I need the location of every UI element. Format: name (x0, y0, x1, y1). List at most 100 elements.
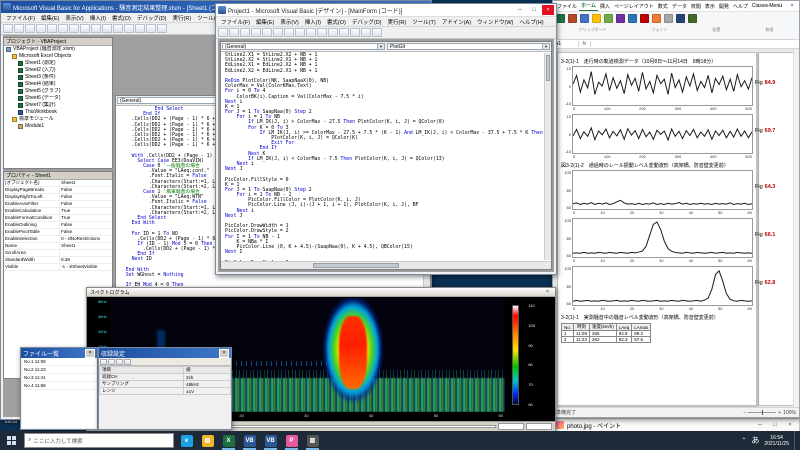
ribbon-icon[interactable] (688, 14, 697, 23)
toolbar-icon[interactable] (240, 28, 250, 37)
tree-item[interactable]: Microsoft Excel Objects (4, 53, 112, 60)
menu-item[interactable]: アドイン(A) (439, 17, 474, 27)
menu-item[interactable]: 実行(R) (385, 17, 410, 27)
list-item[interactable]: No.1 11:08 (22, 358, 96, 366)
menu-item[interactable]: 書式(O) (109, 13, 134, 23)
taskbar-app-edge[interactable]: e (176, 431, 197, 450)
ribbon-icon[interactable] (568, 14, 577, 23)
toolbar-icon[interactable] (295, 28, 305, 37)
toolbar-icon[interactable] (36, 24, 46, 33)
ribbon-tab[interactable]: 数式 (656, 2, 670, 11)
minimize-button[interactable]: ─ (514, 5, 526, 15)
list-item[interactable]: No.2 11:23 (22, 366, 96, 374)
toolbar-icon[interactable] (306, 28, 316, 37)
taskbar-app-vb[interactable]: VB (239, 431, 260, 450)
ribbon-icon[interactable] (664, 14, 673, 23)
procedure-dropdown[interactable]: PlotGlt▼ (387, 43, 550, 50)
toolbar-icon[interactable] (113, 24, 123, 33)
toolbar-icon[interactable] (124, 24, 134, 33)
tree-item[interactable]: Module1 (4, 123, 112, 130)
toolbar-icon[interactable] (116, 359, 123, 365)
toolbar-icon[interactable] (108, 359, 115, 365)
vertical-scrollbar[interactable] (544, 53, 551, 260)
settings-panel[interactable]: 収録設定 × 項目値収録CH2chサンプリング48kHzレンジ±1V (98, 347, 232, 430)
ribbon-tab[interactable]: 挿入 (598, 2, 612, 11)
ribbon-tab[interactable]: データ (670, 2, 689, 11)
tree-item[interactable]: Sheet4 (結果) (4, 81, 112, 88)
zoom-in-button[interactable]: + (778, 410, 781, 416)
toolbar-icon[interactable] (3, 24, 13, 33)
close-button[interactable]: × (543, 289, 552, 296)
menu-item[interactable]: ヘルプ(H) (516, 17, 546, 27)
menu-item[interactable]: 挿入(I) (302, 17, 324, 27)
project-explorer[interactable]: プロジェクト - VBAProject VBAProject (騒音測定.xls… (3, 37, 113, 169)
taskbar-app-explorer[interactable]: ▤ (197, 431, 218, 450)
menu-item[interactable]: 表示(V) (277, 17, 301, 27)
toolbar-icon[interactable] (273, 28, 283, 37)
tray-expand-icon[interactable]: ⌃ (741, 437, 746, 444)
tree-item[interactable]: 標準モジュール (4, 116, 112, 123)
excel-window[interactable]: ファイルホーム挿入ページレイアウト数式データ校閲表示開発ヘルプClassic M… (552, 0, 800, 418)
vb-front-code-window[interactable]: (General)▼ PlotGlt▼ StLine2.X1 = StLine2… (220, 41, 552, 270)
menu-item[interactable]: デバッグ(D) (349, 17, 385, 27)
scrollbar-thumb[interactable] (546, 55, 550, 81)
minimize-button[interactable]: ─ (762, 1, 774, 11)
list-item[interactable]: No.3 11:41 (22, 374, 96, 382)
toolbar-icon[interactable] (229, 28, 239, 37)
ribbon-icon[interactable] (592, 14, 601, 23)
ime-indicator[interactable]: あ (751, 435, 759, 446)
ribbon-icon[interactable] (556, 14, 565, 23)
tree-item[interactable]: Sheet3 (条件) (4, 74, 112, 81)
paint-window-titlebar[interactable]: photo.jpg - ペイント ─ □ × (552, 418, 800, 432)
zoom-out-button[interactable]: − (743, 410, 746, 416)
start-button[interactable] (0, 431, 22, 450)
toolbar-icon[interactable] (100, 359, 107, 365)
spectrogram-titlebar[interactable]: スペクトログラム × (87, 288, 555, 297)
menu-item[interactable]: 書式(O) (324, 17, 349, 27)
menu-item[interactable]: デバッグ(D) (134, 13, 170, 23)
toolbar-icon[interactable] (157, 24, 167, 33)
taskbar-clock[interactable]: 16:54 2021/11/25 (764, 435, 789, 447)
taskbar-app-analyzer[interactable]: ▥ (302, 431, 323, 450)
menu-item[interactable]: 編集(E) (38, 13, 62, 23)
toolbar-icon[interactable] (350, 28, 360, 37)
toolbar-icon[interactable] (262, 28, 272, 37)
ribbon-tab[interactable]: ファイル (555, 2, 579, 11)
vb-front-titlebar[interactable]: Project1 - Microsoft Visual Basic [デザイン]… (216, 4, 556, 17)
ribbon-tab[interactable]: ページレイアウト (612, 2, 656, 11)
object-dropdown[interactable]: (General)▼ (222, 43, 385, 50)
minimize-button[interactable]: ─ (754, 420, 766, 430)
list-item[interactable]: No.4 11:58 (22, 382, 96, 390)
ribbon-icon[interactable] (640, 14, 649, 23)
ribbon-icon[interactable] (628, 14, 637, 23)
toolbar-icon[interactable] (80, 24, 90, 33)
horizontal-scrollbar[interactable] (221, 261, 551, 269)
toolbar-icon[interactable] (25, 24, 35, 33)
show-desktop-button[interactable] (794, 431, 798, 450)
zoom-slider[interactable] (748, 412, 776, 413)
toolbar-icon[interactable] (339, 28, 349, 37)
panel-a-titlebar[interactable]: ファイル一覧 × (21, 348, 97, 358)
toolbar-icon[interactable] (124, 359, 131, 365)
menu-item[interactable]: ツール(T) (409, 17, 439, 27)
tree-item[interactable]: ThisWorkbook (4, 109, 112, 116)
taskbar-app-paint[interactable]: P (281, 431, 302, 450)
maximize-button[interactable]: □ (528, 5, 540, 15)
ribbon-icon[interactable] (652, 14, 661, 23)
ribbon-icon[interactable] (676, 14, 685, 23)
maximize-button[interactable]: □ (769, 420, 781, 430)
file-list-panel[interactable]: ファイル一覧 × No.1 11:08No.2 11:23No.3 11:41N… (20, 347, 98, 430)
close-button[interactable]: × (219, 349, 229, 358)
code-editor[interactable]: StLine2.X1 = StLine2.X2 + NB + 1StLine2.… (221, 52, 551, 261)
toolbar-icon[interactable] (47, 24, 57, 33)
toolbar-icon[interactable] (14, 24, 24, 33)
toolbar-icon[interactable] (69, 24, 79, 33)
panel-b-titlebar[interactable]: 収録設定 × (99, 348, 231, 358)
taskbar-search[interactable]: ⌕ ここに入力して検索 (24, 433, 174, 448)
ribbon-tab[interactable]: 校閲 (689, 2, 703, 11)
menu-item[interactable]: ファイル(F) (218, 17, 253, 27)
tree-item[interactable]: Sheet7 (集計) (4, 102, 112, 109)
tree-item[interactable]: Sheet6 (データ) (4, 95, 112, 102)
vb-front-window[interactable]: Project1 - Microsoft Visual Basic [デザイン]… (215, 3, 557, 275)
taskbar-app-vb2[interactable]: VB (260, 431, 281, 450)
